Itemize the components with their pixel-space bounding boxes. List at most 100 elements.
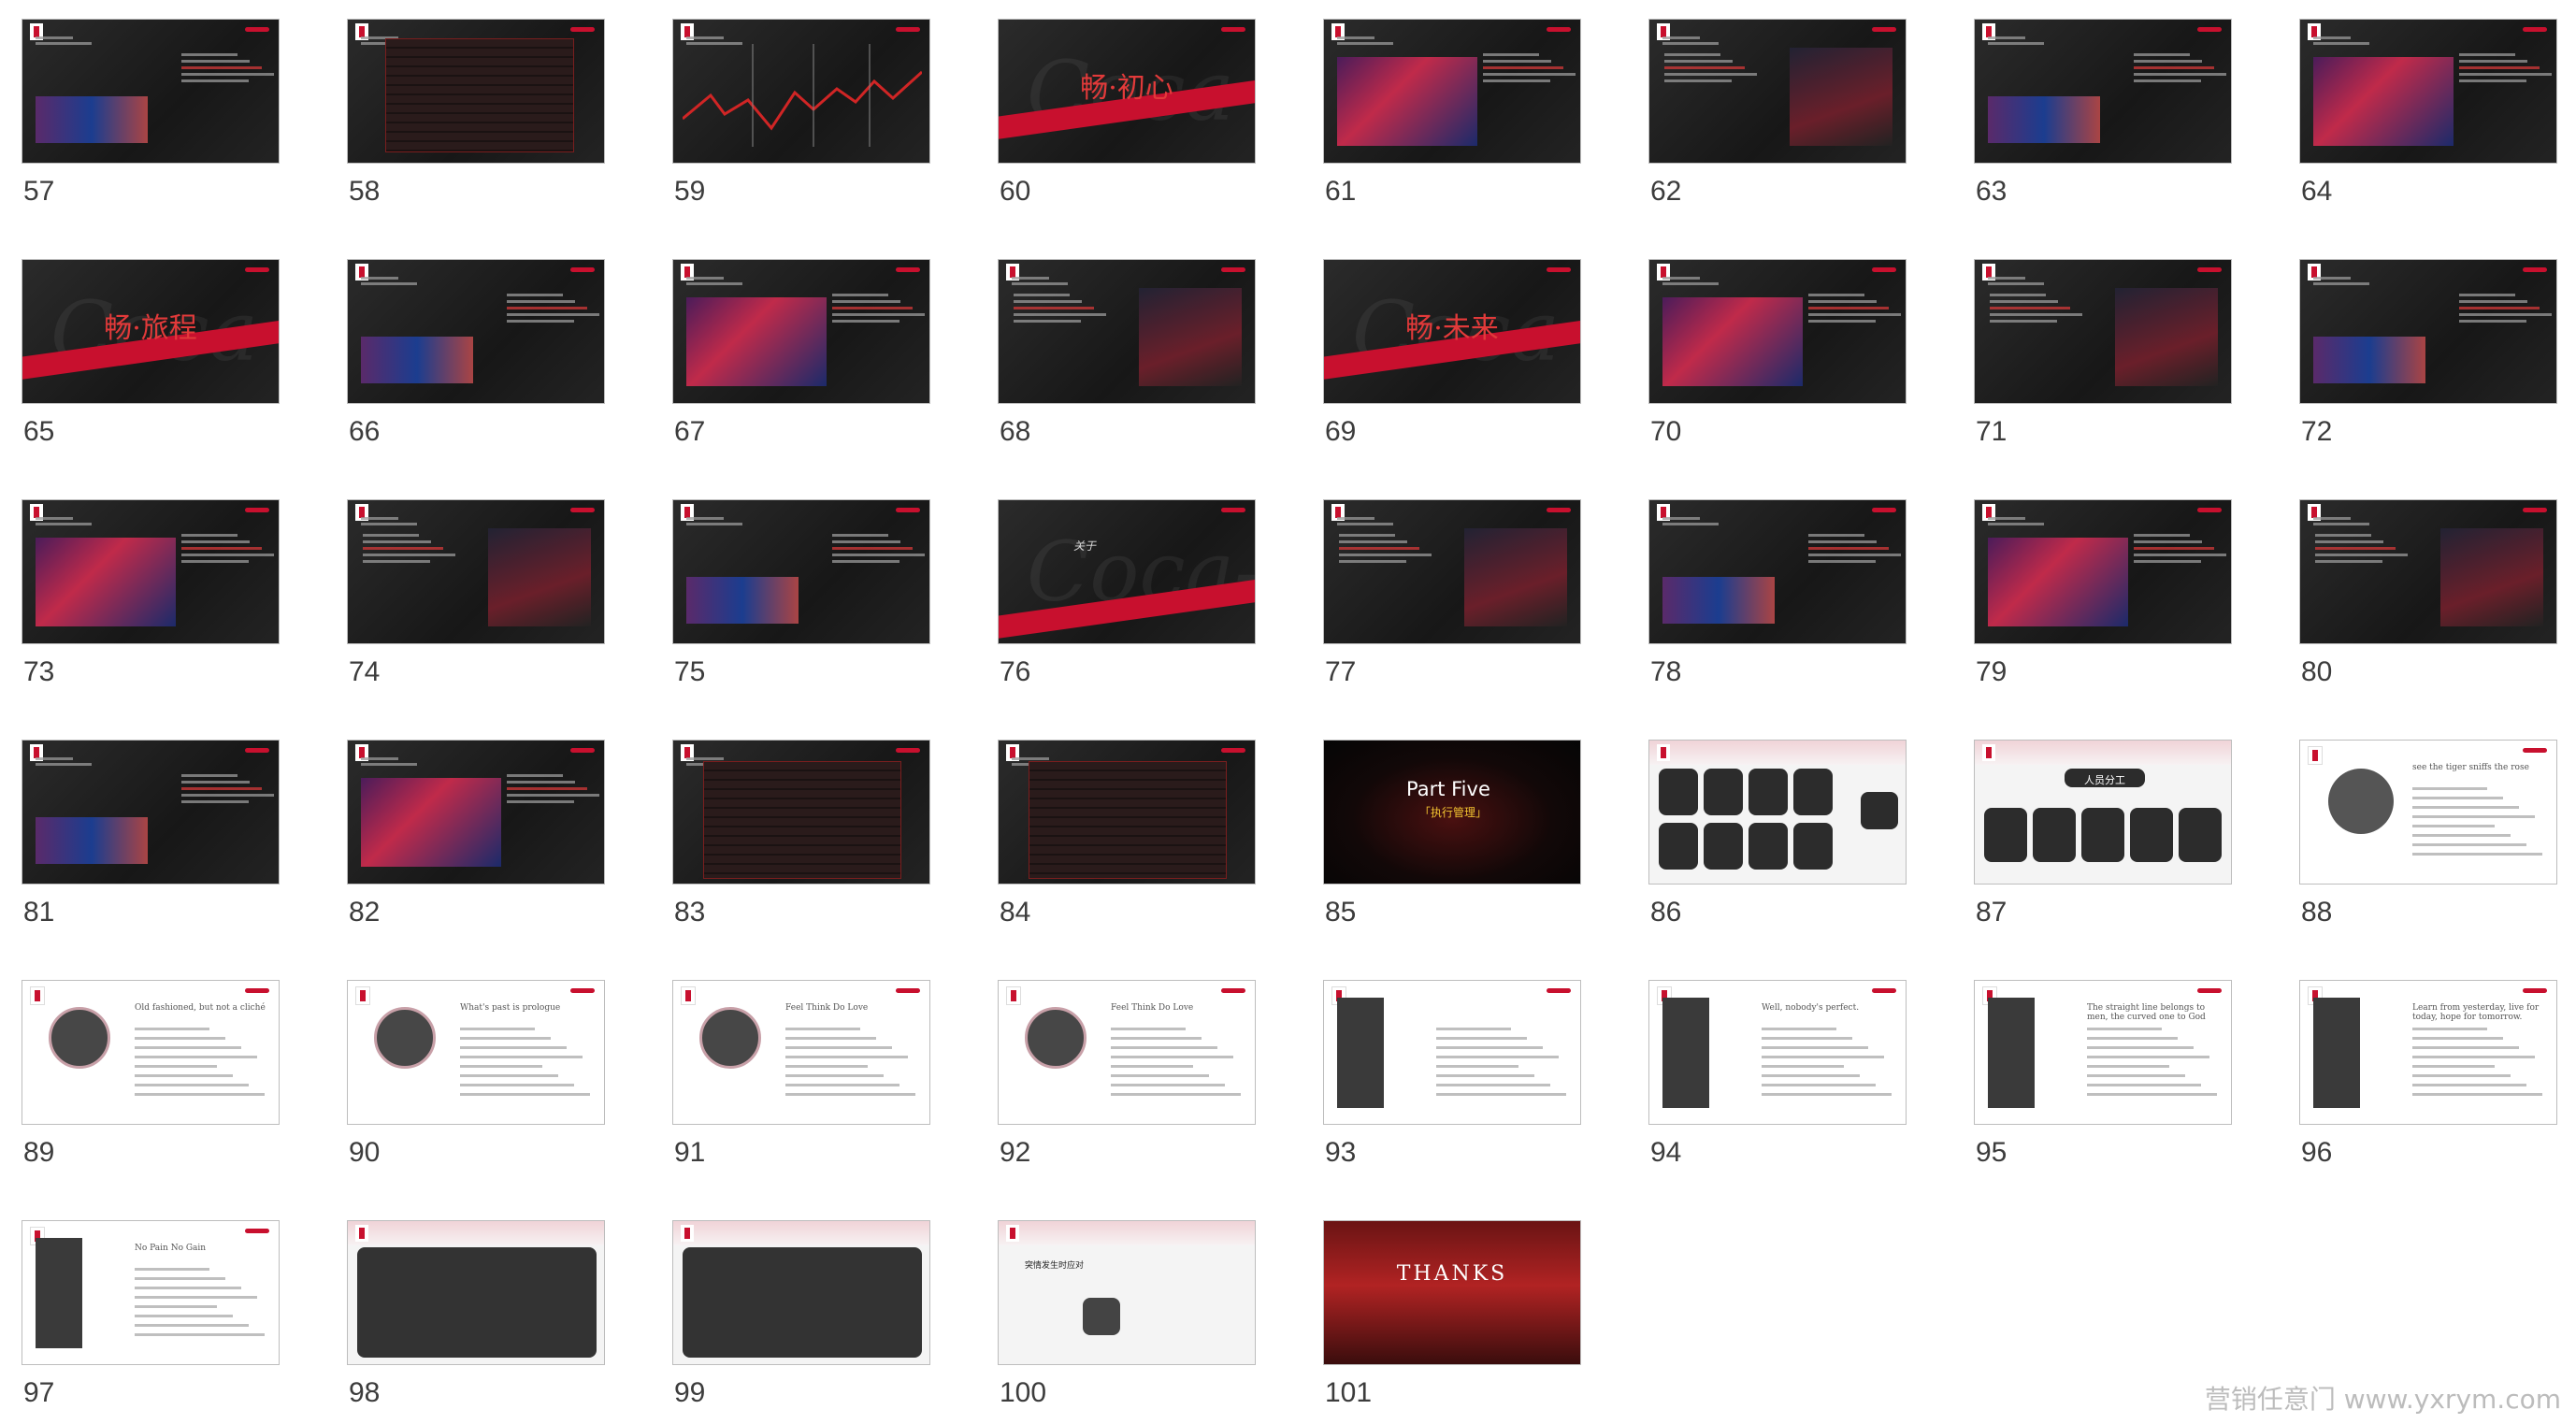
- slide-thumbnail[interactable]: [672, 740, 930, 885]
- slide-thumbnail[interactable]: [22, 19, 280, 164]
- slide-number: 79: [1976, 656, 2008, 687]
- slide-thumbnail[interactable]: Well, nobody's perfect.: [1648, 980, 1907, 1125]
- slide-thumbnail[interactable]: What's past is prologue: [347, 980, 605, 1125]
- slide-photo: [361, 778, 501, 867]
- profile-photo: [2328, 769, 2394, 834]
- slide-thumbnail[interactable]: Learn from yesterday, live for today, ho…: [2299, 980, 2557, 1125]
- header-band: [999, 1221, 1255, 1245]
- slide-thumbnail[interactable]: [1974, 259, 2232, 404]
- slide-thumbnail[interactable]: Coca-Cola关于: [998, 499, 1256, 644]
- slide-thumbnail[interactable]: The straight line belongs to men, the cu…: [1974, 980, 2232, 1125]
- slide-thumbnail[interactable]: [1648, 499, 1907, 644]
- text-line: [2412, 797, 2503, 799]
- slide-thumbnail[interactable]: [22, 499, 280, 644]
- slide-photo: [36, 538, 176, 626]
- text-line: [460, 1074, 558, 1077]
- text-line: [363, 534, 419, 537]
- slide-thumbnail[interactable]: [22, 740, 280, 885]
- text-line: [1808, 307, 1889, 309]
- text-line: [1808, 294, 1864, 296]
- slide-thumbnail[interactable]: 人员分工: [1974, 740, 2232, 885]
- slide-thumbnail[interactable]: [1323, 499, 1581, 644]
- text-line: [1111, 1065, 1193, 1068]
- brand-mark-icon: [1221, 748, 1245, 753]
- org-chart-root: 人员分工: [2065, 769, 2145, 787]
- slide-thumbnail[interactable]: 突情发生时应对: [998, 1220, 1256, 1365]
- slide-thumbnail[interactable]: [347, 1220, 605, 1365]
- text-line: [1664, 73, 1757, 76]
- text-line: [135, 1046, 241, 1049]
- slide-thumbnail[interactable]: [1974, 499, 2232, 644]
- slide-thumbnail[interactable]: [2299, 19, 2557, 164]
- slide-thumbnail[interactable]: [2299, 259, 2557, 404]
- slide-thumbnail[interactable]: Old fashioned, but not a cliché: [22, 980, 280, 1125]
- brand-mark-icon: [1221, 988, 1245, 993]
- slide-thumbnail[interactable]: [672, 19, 930, 164]
- brand-mark-icon: [570, 748, 595, 753]
- text-line: [2315, 547, 2396, 550]
- text-line: [2313, 523, 2369, 525]
- text-line: [1988, 282, 2044, 285]
- text-line: [2412, 1084, 2526, 1086]
- slide-logo-icon: [1657, 744, 1670, 761]
- slide-number: 69: [1325, 416, 1357, 447]
- text-line: [181, 794, 274, 797]
- text-line: [181, 60, 250, 63]
- slide-thumbnail[interactable]: Feel Think Do Love: [672, 980, 930, 1125]
- slide-thumbnail[interactable]: [347, 19, 605, 164]
- flow-node: [1083, 1298, 1120, 1335]
- text-line: [1808, 300, 1877, 303]
- brand-mark-icon: [1547, 267, 1571, 272]
- text-line: [181, 540, 250, 543]
- slide-thumbnail[interactable]: [347, 259, 605, 404]
- text-line: [460, 1093, 590, 1096]
- slide-thumbnail[interactable]: [998, 740, 1256, 885]
- text-line: [363, 540, 431, 543]
- text-line: [832, 294, 888, 296]
- text-line: [1339, 560, 1406, 563]
- org-chart-node: [2081, 808, 2124, 862]
- brand-mark-icon: [2523, 988, 2547, 993]
- slide-thumbnail[interactable]: [1974, 19, 2232, 164]
- brand-mark-icon: [2523, 267, 2547, 272]
- slide-thumbnail[interactable]: [672, 499, 930, 644]
- slide-thumbnail[interactable]: [1648, 740, 1907, 885]
- slide-thumbnail[interactable]: [2299, 499, 2557, 644]
- slide-thumbnail[interactable]: Coca-Cola畅·初心: [998, 19, 1256, 164]
- brand-mark-icon: [2523, 508, 2547, 512]
- slide-thumbnail[interactable]: [1323, 19, 1581, 164]
- slide-number: 75: [674, 656, 706, 687]
- slide-thumbnail[interactable]: [998, 259, 1256, 404]
- slide-thumbnail[interactable]: Feel Think Do Love: [998, 980, 1256, 1125]
- slide-thumbnail[interactable]: [347, 499, 605, 644]
- slide-logo-icon: [355, 986, 370, 1005]
- slide-thumbnail[interactable]: [672, 1220, 930, 1365]
- slide-thumbnail[interactable]: Part Five 「执行管理」: [1323, 740, 1581, 885]
- text-line: [181, 554, 274, 556]
- text-line: [181, 781, 250, 784]
- slide-title: Feel Think Do Love: [1111, 1003, 1194, 1013]
- slide-thumbnail[interactable]: Coca-Cola畅·未来: [1323, 259, 1581, 404]
- brand-mark-icon: [896, 27, 920, 32]
- text-line: [2315, 560, 2382, 563]
- slide-thumbnail[interactable]: [1648, 259, 1907, 404]
- slide-thumbnail[interactable]: Coca-Cola畅·旅程: [22, 259, 280, 404]
- text-line: [1012, 282, 1068, 285]
- text-line: [1337, 517, 1374, 520]
- slide-thumbnail[interactable]: [1323, 980, 1581, 1125]
- text-line: [363, 547, 443, 550]
- slide-thumbnail[interactable]: [1648, 19, 1907, 164]
- slide-thumbnail[interactable]: No Pain No Gain: [22, 1220, 280, 1365]
- slide-thumbnail[interactable]: [347, 740, 605, 885]
- text-line: [363, 560, 430, 563]
- slide-thumbnail[interactable]: [672, 259, 930, 404]
- slide-photo: [36, 817, 148, 864]
- slide-number: 68: [1000, 416, 1031, 447]
- slide-thumbnail[interactable]: THANKS: [1323, 1220, 1581, 1365]
- text-line: [2412, 1074, 2511, 1077]
- text-line: [1762, 1093, 1892, 1096]
- brand-mark-icon: [896, 748, 920, 753]
- slide-title: The straight line belongs to men, the cu…: [2087, 1003, 2206, 1022]
- text-line: [1990, 300, 2058, 303]
- slide-thumbnail[interactable]: see the tiger sniffs the rose: [2299, 740, 2557, 885]
